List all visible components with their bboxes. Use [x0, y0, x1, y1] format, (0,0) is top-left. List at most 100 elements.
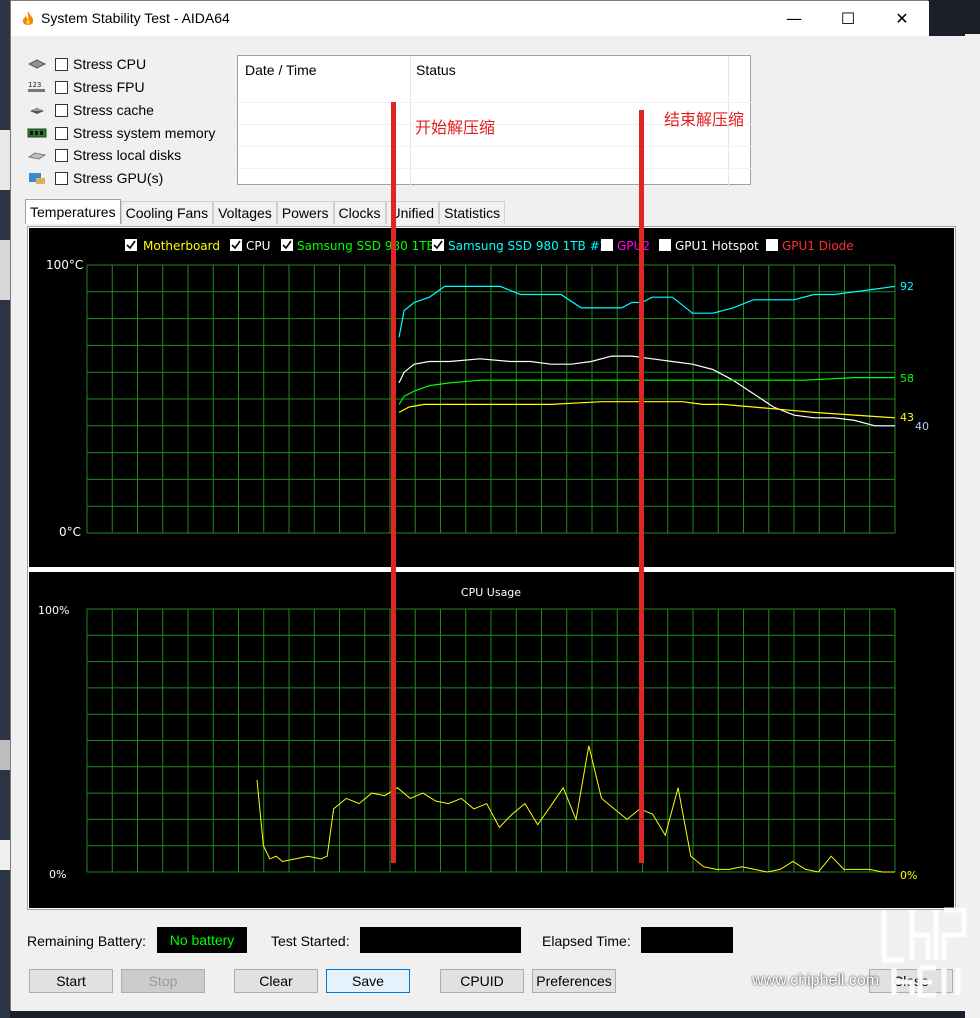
- legend-checkbox-ssd1[interactable]: [281, 239, 293, 251]
- stress-memory-option[interactable]: Stress system memory: [27, 123, 215, 143]
- cpu-end-label: 0%: [900, 869, 917, 882]
- temp-y-max-label: 100°C: [46, 258, 83, 272]
- battery-value: No battery: [157, 927, 247, 953]
- legend-checkbox-motherboard[interactable]: [125, 239, 137, 251]
- log-header-date[interactable]: Date / Time: [245, 62, 317, 78]
- stress-fpu-option[interactable]: 123 Stress FPU: [27, 77, 145, 97]
- end-marker-line: [639, 110, 644, 863]
- aida64-flame-icon: [22, 11, 34, 25]
- end-label-cpu: 40: [915, 420, 929, 433]
- legend-checkbox-gpu1-hotspot[interactable]: [659, 239, 671, 251]
- cpu-series: [256, 745, 895, 873]
- tab-statistics[interactable]: Statistics: [439, 201, 506, 224]
- cpuid-button[interactable]: CPUID: [440, 969, 524, 993]
- temperature-grid: [86, 264, 896, 534]
- background-window-strip: [0, 0, 10, 1018]
- tab-panel: Motherboard CPU Samsung SSD 980 1TB Sams…: [27, 226, 956, 910]
- stress-fpu-checkbox[interactable]: [55, 80, 68, 94]
- legend-item-gpu1-hotspot[interactable]: GPU1 Hotspot: [659, 239, 759, 253]
- legend-checkbox-gpu1-diode[interactable]: [766, 239, 778, 251]
- temperature-line-samsung-ssd-980-1tb: [398, 377, 895, 405]
- maximize-icon: ☐: [840, 9, 856, 28]
- stress-cache-label: Stress cache: [73, 102, 154, 118]
- start-button[interactable]: Start: [29, 969, 113, 993]
- cache-chip-icon: [30, 108, 44, 114]
- save-button[interactable]: Save: [326, 969, 410, 993]
- legend-label-ssd2: Samsung SSD 980 1TB #2: [448, 239, 607, 253]
- memory-module-icon: [27, 128, 47, 138]
- maximize-button[interactable]: ☐: [821, 1, 875, 36]
- stress-gpu-checkbox[interactable]: [55, 171, 68, 185]
- legend-checkbox-cpu[interactable]: [230, 239, 242, 251]
- legend-item-ssd1[interactable]: Samsung SSD 980 1TB: [281, 239, 435, 253]
- temperature-series: [398, 285, 896, 427]
- start-marker-line: [391, 102, 396, 863]
- stress-cpu-checkbox[interactable]: [55, 57, 68, 71]
- tab-clocks[interactable]: Clocks: [333, 201, 386, 224]
- watermark-site: www.chiphell.com: [752, 972, 880, 989]
- legend-checkbox-ssd2[interactable]: [432, 239, 444, 251]
- legend-checkbox-gpu2[interactable]: [601, 239, 613, 251]
- clear-button[interactable]: Clear: [234, 969, 318, 993]
- legend-item-cpu[interactable]: CPU: [230, 239, 270, 253]
- stress-gpu-label: Stress GPU(s): [73, 170, 164, 186]
- close-window-button[interactable]: ✕: [875, 1, 929, 36]
- gpu-icon: [29, 173, 45, 184]
- test-started-label: Test Started:: [271, 933, 350, 949]
- battery-label: Remaining Battery:: [27, 933, 147, 949]
- legend-label-gpu1-hotspot: GPU1 Hotspot: [675, 239, 759, 253]
- tab-voltages[interactable]: Voltages: [213, 201, 277, 224]
- temperature-line-cpu: [398, 355, 895, 427]
- elapsed-time-value: [641, 927, 733, 953]
- cpu-chart-title: CPU Usage: [461, 586, 521, 599]
- preferences-button[interactable]: Preferences: [532, 969, 616, 993]
- stress-gpu-option[interactable]: Stress GPU(s): [27, 168, 163, 188]
- temp-y-min-label: 0°C: [59, 525, 81, 539]
- stop-button[interactable]: Stop: [121, 969, 205, 993]
- log-row-line: [238, 102, 752, 103]
- test-started-value: [360, 927, 521, 953]
- legend-label-ssd1: Samsung SSD 980 1TB: [297, 239, 435, 253]
- legend-item-ssd2[interactable]: Samsung SSD 980 1TB #2: [432, 239, 607, 253]
- legend-label-gpu1-diode: GPU1 Diode: [782, 239, 854, 253]
- end-label-ssd1: 58: [900, 372, 914, 385]
- title-bar[interactable]: System Stability Test - AIDA64 — ☐ ✕: [11, 1, 929, 36]
- stress-cpu-label: Stress CPU: [73, 56, 147, 72]
- chiphell-logo-icon: [881, 907, 967, 998]
- legend-label-cpu: CPU: [246, 239, 270, 253]
- close-icon: ✕: [895, 9, 909, 28]
- stress-disks-checkbox[interactable]: [55, 148, 68, 162]
- legend-item-gpu1-diode[interactable]: GPU1 Diode: [766, 239, 854, 253]
- cpu-y-min-label: 0%: [49, 868, 66, 881]
- stress-disks-option[interactable]: Stress local disks: [27, 145, 181, 165]
- background-window-fragment: [0, 740, 10, 770]
- log-row-line: [238, 146, 752, 147]
- fpu-123-icon: 123: [28, 81, 45, 92]
- cpu-chip-icon: [28, 59, 46, 69]
- tab-powers[interactable]: Powers: [276, 201, 334, 224]
- log-row-line: [238, 168, 752, 169]
- background-window-fragment: [0, 240, 10, 300]
- tab-strip: Temperatures Cooling Fans Voltages Power…: [25, 199, 506, 224]
- stress-cpu-option[interactable]: Stress CPU: [27, 54, 146, 74]
- cpu-grid: [86, 608, 896, 873]
- cpu-usage-line: [256, 745, 895, 873]
- cpu-usage-chart: CPU Usage 100% 0% 0%: [29, 572, 954, 908]
- minimize-button[interactable]: —: [767, 1, 821, 36]
- end-label-ssd2: 92: [900, 280, 914, 293]
- background-window-fragment: [0, 130, 10, 190]
- stress-cache-option[interactable]: Stress cache: [27, 100, 154, 120]
- end-annotation: 结束解压缩: [664, 110, 745, 129]
- start-annotation: 开始解压缩: [415, 118, 496, 137]
- temperature-line-motherboard: [398, 401, 896, 419]
- stress-fpu-label: Stress FPU: [73, 79, 145, 95]
- stress-memory-checkbox[interactable]: [55, 126, 68, 140]
- temperature-line-samsung-ssd-980-1tb-2: [398, 285, 896, 338]
- tab-cooling-fans[interactable]: Cooling Fans: [120, 201, 214, 224]
- temperature-chart: Motherboard CPU Samsung SSD 980 1TB Sams…: [29, 228, 954, 567]
- log-header-status[interactable]: Status: [416, 62, 456, 78]
- legend-item-motherboard[interactable]: Motherboard: [125, 239, 220, 253]
- stress-cache-checkbox[interactable]: [55, 103, 68, 117]
- tab-temperatures[interactable]: Temperatures: [25, 199, 121, 224]
- log-column-divider: [410, 56, 411, 186]
